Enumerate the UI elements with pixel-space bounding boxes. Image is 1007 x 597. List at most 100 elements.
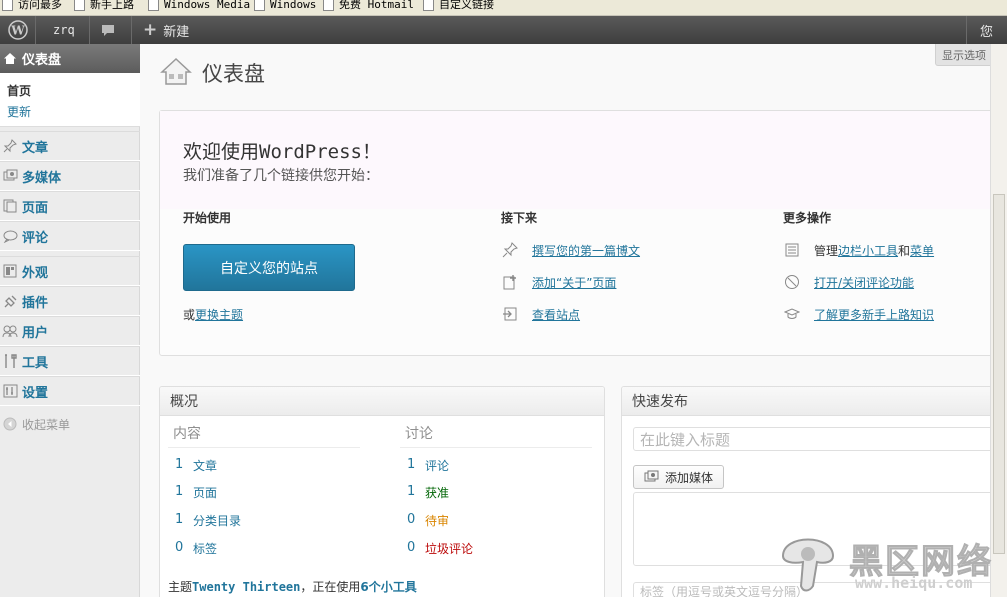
media-icon: [2, 168, 18, 184]
next-steps-title: 接下来: [501, 211, 538, 225]
sidebar-item-label: 页面: [22, 200, 49, 216]
welcome-heading: 欢迎使用WordPress！: [183, 141, 381, 163]
page-title: 仪表盘: [202, 61, 265, 86]
new-content-button[interactable]: + 新建: [143, 16, 189, 44]
stat-pending[interactable]: 0 待审: [407, 512, 449, 529]
sidebar-item-label: 设置: [22, 385, 49, 401]
stat-label: 分类目录: [193, 514, 242, 528]
site-name[interactable]: zrq: [53, 16, 75, 44]
bookmark-custom-links[interactable]: 自定义链接: [423, 0, 494, 12]
stat-count: 0: [407, 512, 416, 527]
page-icon: [323, 0, 334, 11]
bookmark-label: Windows Media: [164, 0, 251, 11]
add-about-page-link[interactable]: 添加“关于”页面: [532, 274, 616, 291]
view-site-icon: [501, 305, 519, 323]
sidebar-item-dashboard[interactable]: 仪表盘: [0, 44, 148, 73]
page-icon: [2, 198, 18, 214]
scrollbar-thumb[interactable]: [993, 194, 1005, 554]
stat-count: 1: [407, 457, 416, 472]
collapse-arrow-icon: [2, 416, 18, 432]
right-now-title[interactable]: 概况: [160, 387, 604, 416]
learn-more-link[interactable]: 了解更多新手上路知识: [814, 306, 934, 323]
get-started-title: 开始使用: [183, 211, 232, 225]
theme-name-link[interactable]: Twenty Thirteen: [192, 580, 300, 594]
stat-spam[interactable]: 0 垃圾评论: [407, 540, 473, 557]
stat-label: 评论: [425, 459, 450, 473]
stat-label: 标签: [193, 542, 218, 556]
sidebar-item-pages[interactable]: 页面: [0, 191, 140, 221]
account-menu[interactable]: 您: [980, 16, 993, 44]
wordpress-logo-icon[interactable]: W: [6, 16, 30, 44]
widgets-count-link[interactable]: 6个小工具: [360, 580, 416, 594]
change-theme-line: 或更换主题: [183, 306, 243, 323]
stat-comments[interactable]: 1 评论: [407, 457, 449, 474]
collapse-menu-button[interactable]: 收起菜单: [0, 414, 140, 434]
submenu-home[interactable]: 首页: [7, 82, 31, 99]
sidebar-item-users[interactable]: 用户: [0, 316, 140, 346]
dashboard-house-icon: [160, 56, 192, 89]
bookmark-getting-started[interactable]: 新手上路: [74, 0, 134, 12]
vertical-scrollbar[interactable]: [990, 44, 1007, 597]
toggle-comments-row: 打开/关闭评论功能: [783, 273, 914, 291]
watermark-url: www.heiqu.com: [855, 574, 973, 592]
bookmark-label: 免费 Hotmail: [339, 0, 414, 11]
stat-pages[interactable]: 1 页面: [175, 484, 217, 501]
view-site-link[interactable]: 查看站点: [532, 306, 580, 323]
sidebar-item-comments[interactable]: 评论: [0, 221, 140, 251]
submenu-updates[interactable]: 更新: [7, 103, 31, 120]
sidebar-item-tools[interactable]: 工具: [0, 346, 140, 376]
bookmark-windows[interactable]: Windows: [254, 0, 316, 12]
welcome-about: 我们准备了几个链接供您开始：: [183, 168, 379, 184]
stat-approved[interactable]: 1 获准: [407, 484, 449, 501]
bookmark-most-visited[interactable]: 访问最多: [2, 0, 62, 12]
admin-bar: W zrq + 新建 您: [0, 16, 1007, 44]
quick-press-title[interactable]: 快速发布: [622, 387, 1007, 416]
sidebar-item-label: 插件: [22, 295, 49, 311]
sidebar-item-label: 多媒体: [22, 170, 62, 186]
manage-widgets-menus: 管理 边栏小工具和菜单: [783, 241, 934, 259]
add-media-button[interactable]: 添加媒体: [633, 465, 724, 489]
pin-icon: [2, 138, 18, 154]
bookmark-windows-media[interactable]: Windows Media: [148, 0, 250, 12]
widgets-link[interactable]: 边栏小工具: [838, 242, 898, 259]
sidebar-item-label: 文章: [22, 140, 49, 156]
toggle-comments-link[interactable]: 打开/关闭评论功能: [814, 274, 914, 291]
sidebar-item-plugins[interactable]: 插件: [0, 286, 140, 316]
main-content: 显示选项 仪表盘 欢迎使用WordPress！ 我们准备了几个链接供您开始： 开…: [140, 44, 1007, 597]
bookmark-label: 自定义链接: [439, 0, 494, 11]
stat-posts[interactable]: 1 文章: [175, 457, 217, 474]
comments-bubble-icon[interactable]: [100, 16, 116, 44]
stat-tags[interactable]: 0 标签: [175, 540, 217, 557]
page-icon: [2, 0, 13, 11]
sidebar-item-settings[interactable]: 设置: [0, 376, 140, 406]
sidebar-item-appearance[interactable]: 外观: [0, 256, 140, 286]
customize-site-button[interactable]: 自定义您的站点: [183, 244, 355, 291]
bookmark-label: 新手上路: [90, 0, 134, 11]
next-step-write-post: 撰写您的第一篇博文: [501, 241, 640, 259]
page-icon: [423, 0, 434, 11]
screen-options-button[interactable]: 显示选项: [935, 44, 993, 66]
plugin-icon: [2, 293, 18, 309]
theme-prefix: 主题: [168, 580, 193, 594]
appearance-icon: [2, 263, 18, 279]
bookmark-hotmail[interactable]: 免费 Hotmail: [323, 0, 414, 12]
pin-icon: [501, 241, 519, 259]
menus-link[interactable]: 菜单: [910, 242, 934, 259]
sidebar-item-media[interactable]: 多媒体: [0, 161, 140, 191]
collapse-label: 收起菜单: [22, 417, 71, 432]
settings-icon: [2, 383, 18, 399]
bookmark-label: Windows: [270, 0, 317, 11]
stat-categories[interactable]: 1 分类目录: [175, 512, 241, 529]
sidebar-item-label: 用户: [22, 325, 49, 341]
add-page-icon: [501, 273, 519, 291]
stat-label: 获准: [425, 486, 450, 500]
stat-count: 1: [407, 484, 416, 499]
next-step-view-site: 查看站点: [501, 305, 580, 323]
discussion-heading: 讨论: [405, 426, 433, 442]
sidebar-item-posts[interactable]: 文章: [0, 131, 140, 161]
change-theme-link[interactable]: 更换主题: [195, 308, 243, 322]
post-title-input[interactable]: 在此键入标题: [633, 427, 993, 451]
stat-label: 垃圾评论: [425, 542, 474, 556]
write-first-post-link[interactable]: 撰写您的第一篇博文: [532, 242, 640, 259]
theme-mid-text: ，正在使用: [300, 580, 361, 594]
